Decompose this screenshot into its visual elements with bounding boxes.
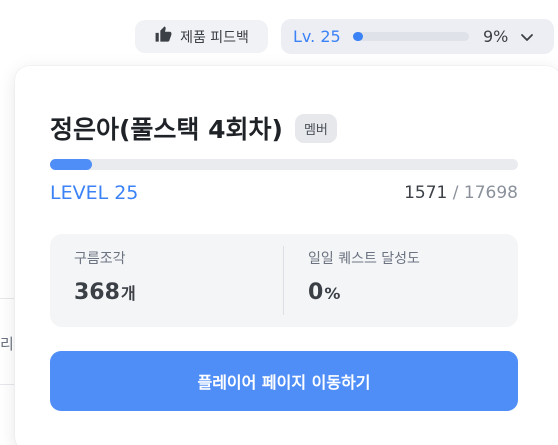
stats-panel: 구름조각 368개 일일 퀘스트 달성도 0% [50, 234, 518, 327]
background-divider [0, 384, 14, 385]
daily-quest-value: 0 [308, 280, 324, 305]
experience-current: 1571 [404, 183, 448, 203]
level-short-label: Lv. 25 [293, 27, 341, 46]
profile-dropdown-card: 정은아(풀스택 4회차) 멤버 LEVEL 25 1571 / 17698 구름… [15, 66, 558, 445]
experience-separator: / [447, 183, 464, 203]
daily-quest-stat: 일일 퀘스트 달성도 0% [284, 234, 518, 327]
user-name: 정은아(풀스택 4회차) [50, 115, 283, 144]
level-progress-percent: 9% [483, 27, 509, 46]
role-badge: 멤버 [294, 113, 337, 143]
level-progress-fill [50, 159, 92, 170]
chevron-down-icon [519, 29, 535, 45]
level-dropdown[interactable]: Lv. 25 9% [281, 19, 554, 54]
daily-quest-label: 일일 퀘스트 달성도 [308, 251, 420, 267]
level-progress-bar [50, 159, 518, 170]
experience-max: 17698 [463, 183, 518, 203]
background-text-fragment: 리 [0, 335, 14, 353]
level-mini-progress-fill [353, 32, 364, 41]
product-feedback-label: 제품 피드백 [180, 29, 249, 46]
level-label: LEVEL 25 [50, 182, 139, 204]
experience-counter: 1571 / 17698 [404, 183, 518, 203]
background-divider [0, 298, 14, 299]
cloud-pieces-label: 구름조각 [74, 251, 126, 267]
cloud-pieces-value: 368 [74, 280, 120, 305]
cloud-pieces-stat: 구름조각 368개 [50, 234, 284, 327]
product-feedback-button[interactable]: 제품 피드백 [135, 20, 268, 53]
go-to-player-page-button[interactable]: 플레이어 페이지 이동하기 [50, 351, 518, 411]
daily-quest-unit: % [324, 284, 341, 303]
thumbs-up-icon [154, 25, 173, 48]
level-mini-progress [353, 32, 469, 41]
cloud-pieces-unit: 개 [120, 284, 136, 303]
